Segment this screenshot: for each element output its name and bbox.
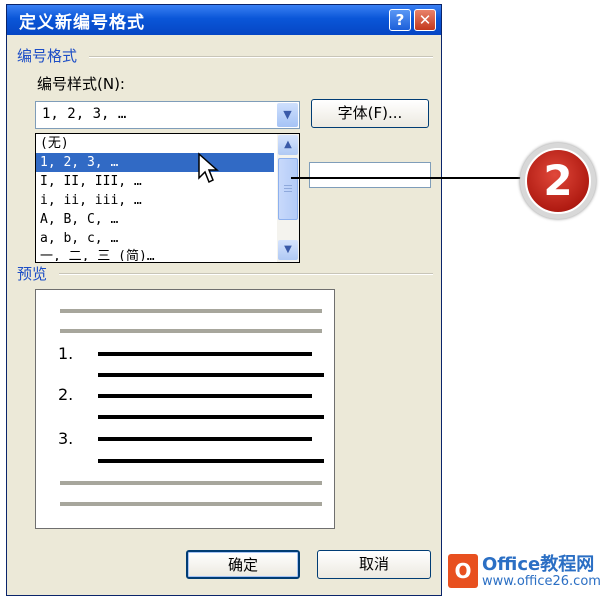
preview-text-line xyxy=(98,394,312,398)
callout-pointer-line xyxy=(291,177,531,179)
dropdown-option[interactable]: a, b, c, … xyxy=(36,229,274,248)
group-divider xyxy=(89,56,433,58)
watermark: O Office教程网 www.office26.com xyxy=(448,548,604,596)
watermark-title: Office教程网 xyxy=(482,554,595,575)
preview-text-line xyxy=(98,352,312,356)
dropdown-option[interactable]: A, B, C, … xyxy=(36,210,274,229)
cancel-button[interactable]: 取消 xyxy=(317,550,431,579)
number-style-combobox[interactable]: 1, 2, 3, … ▼ xyxy=(35,101,300,129)
chevron-down-icon[interactable]: ▼ xyxy=(278,240,298,260)
scrollbar-thumb[interactable] xyxy=(278,158,298,220)
dropdown-option[interactable]: (无) xyxy=(36,134,274,153)
preview-number: 2. xyxy=(58,385,74,404)
group-divider xyxy=(59,273,433,275)
office-logo-icon: O xyxy=(448,554,478,588)
preview-gray-line xyxy=(60,502,322,506)
number-style-dropdown-list[interactable]: (无) 1, 2, 3, … I, II, III, … i, ii, iii,… xyxy=(35,133,300,263)
title-bar: 定义新编号格式 ? ✕ xyxy=(7,5,441,35)
preview-group-label: 预览 xyxy=(17,265,48,283)
preview-gray-line xyxy=(60,481,322,485)
close-button[interactable]: ✕ xyxy=(414,9,436,31)
define-number-format-dialog: 定义新编号格式 ? ✕ 编号格式 编号样式(N): 1, 2, 3, … ▼ 字… xyxy=(6,4,442,596)
font-button[interactable]: 字体(F)... xyxy=(311,99,429,128)
dropdown-scrollbar[interactable]: ▲ ▼ xyxy=(277,134,299,262)
number-format-group-label: 编号格式 xyxy=(17,47,78,65)
grip-line xyxy=(284,191,292,192)
help-button[interactable]: ? xyxy=(389,9,411,31)
number-style-label: 编号样式(N): xyxy=(37,75,125,93)
preview-text-line xyxy=(98,373,324,377)
chevron-down-icon[interactable]: ▼ xyxy=(277,103,298,127)
dropdown-option[interactable]: I, II, III, … xyxy=(36,172,274,191)
dropdown-option-selected[interactable]: 1, 2, 3, … xyxy=(36,153,274,172)
step-number: 2 xyxy=(525,148,591,214)
preview-number: 1. xyxy=(58,344,74,363)
number-style-value: 1, 2, 3, … xyxy=(42,106,127,122)
grip-line xyxy=(284,185,292,186)
preview-text-line xyxy=(98,437,312,441)
chevron-up-icon[interactable]: ▲ xyxy=(278,135,298,155)
preview-number: 3. xyxy=(58,429,74,448)
preview-text-line xyxy=(98,459,324,463)
dialog-title: 定义新编号格式 xyxy=(19,12,145,33)
preview-pane: 1. 2. 3. xyxy=(35,289,335,529)
mouse-cursor-icon xyxy=(198,152,219,184)
watermark-url: www.office26.com xyxy=(482,574,601,589)
dropdown-option[interactable]: i, ii, iii, … xyxy=(36,191,274,210)
number-format-input[interactable] xyxy=(309,162,431,188)
preview-text-line xyxy=(98,415,324,419)
grip-line xyxy=(284,188,292,189)
step-badge: 2 xyxy=(520,143,596,219)
dropdown-option[interactable]: 一, 二, 三 (简)… xyxy=(36,247,274,261)
preview-gray-line xyxy=(60,329,322,333)
preview-gray-line xyxy=(60,309,322,313)
ok-button[interactable]: 确定 xyxy=(186,550,300,579)
